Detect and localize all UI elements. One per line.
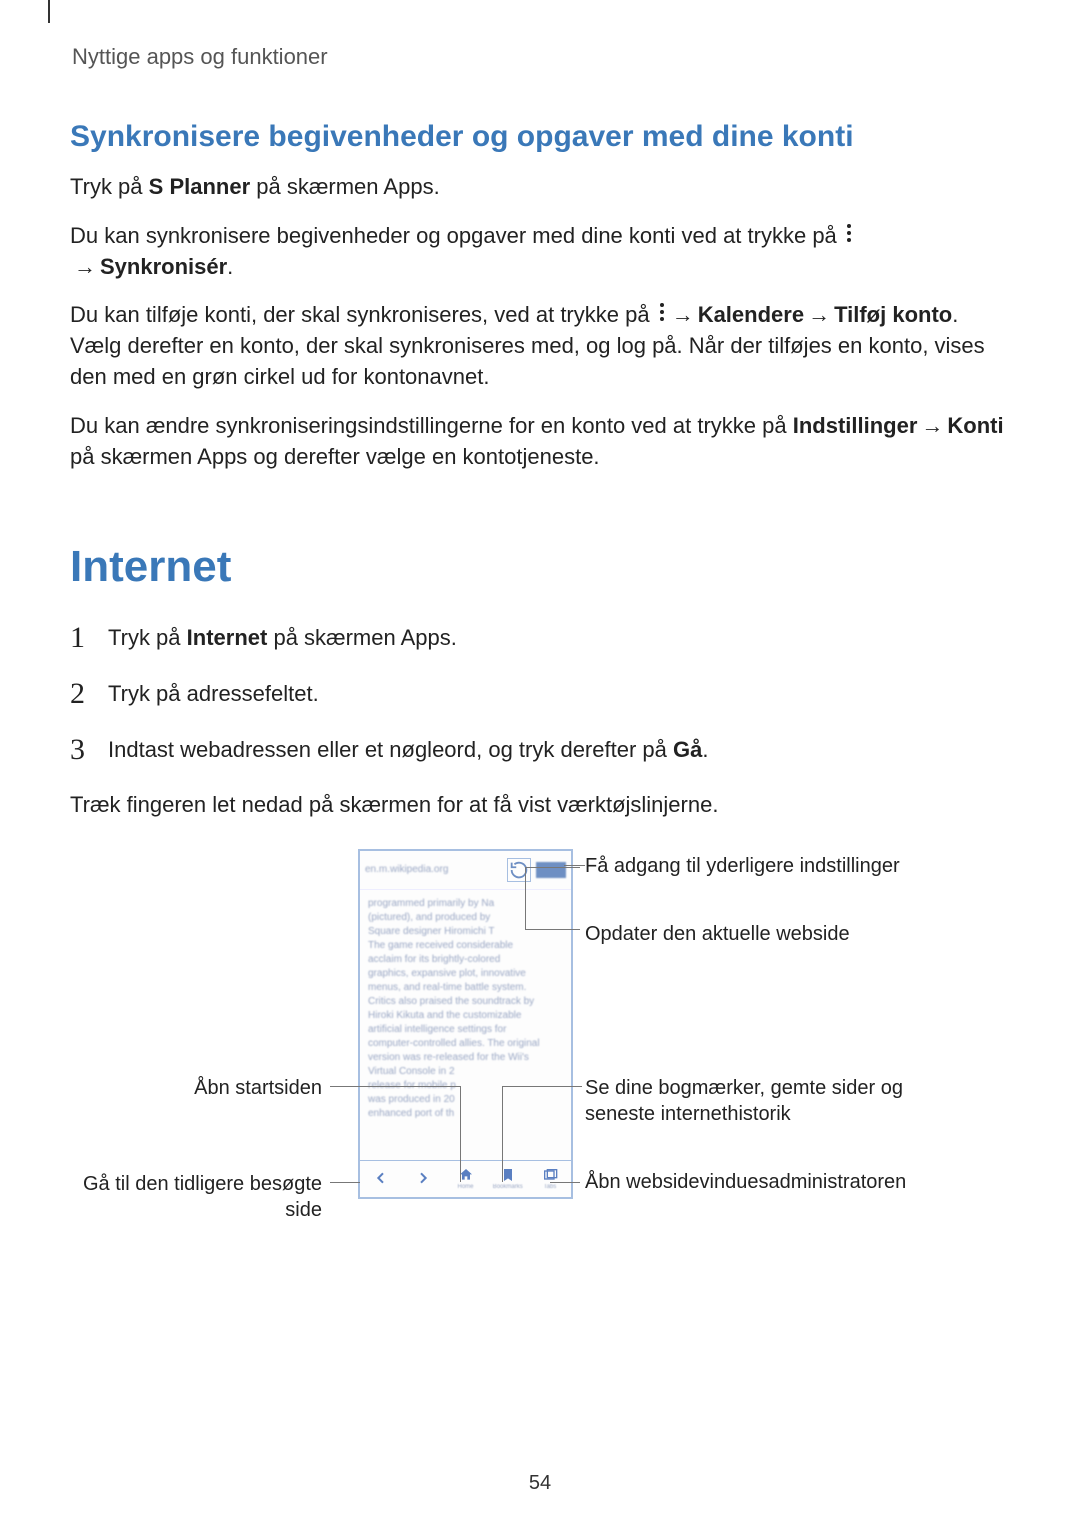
step-item: Indtast webadressen eller et nøgleord, o…: [70, 734, 1010, 766]
step-item: Tryk på adressefeltet.: [70, 678, 1010, 710]
refresh-icon: [508, 859, 530, 881]
text-line: Square designer Hiromichi T: [368, 926, 563, 936]
text: på skærmen Apps og derefter vælge en kon…: [70, 444, 600, 469]
more-options-icon: [657, 301, 667, 323]
leader-line: [550, 1182, 580, 1183]
text-line: Critics also praised the soundtrack by: [368, 996, 563, 1006]
bold-text: Konti: [947, 413, 1003, 438]
text-line: artificial intelligence settings for: [368, 1024, 563, 1034]
text: Du kan synkronisere begivenheder og opga…: [70, 223, 843, 248]
address-bar[interactable]: en.m.wikipedia.org: [360, 851, 571, 890]
text: Tryk på adressefeltet.: [108, 681, 319, 706]
callout-back: Gå til den tidligere besøgte side: [70, 1171, 322, 1223]
text-line: Virtual Console in 2: [368, 1066, 563, 1076]
leader-line: [460, 1086, 461, 1182]
bold-text: Kalendere: [698, 302, 804, 327]
crop-tab-mark: [48, 0, 50, 23]
paragraph: Tryk på S Planner på skærmen Apps.: [70, 172, 1010, 203]
page-number: 54: [0, 1472, 1080, 1495]
text: .: [227, 254, 233, 279]
text-line: version was re-released for the Wii's: [368, 1052, 563, 1062]
callout-refresh: Opdater den aktuelle webside: [585, 921, 850, 947]
back-button[interactable]: [360, 1161, 402, 1197]
text-line: was produced in 20: [368, 1094, 563, 1104]
bold-text: S Planner: [149, 174, 250, 199]
text-line: programmed primarily by Na: [368, 898, 563, 908]
toolbar-label: Home: [458, 1184, 474, 1190]
leader-line: [502, 1086, 582, 1087]
phone-mock: en.m.wikipedia.org programmed primarily …: [358, 849, 573, 1199]
text-line: menus, and real-time battle system.: [368, 982, 563, 992]
numbered-steps: Tryk på Internet på skærmen Apps. Tryk p…: [70, 622, 1010, 766]
arrow-icon: →: [668, 302, 698, 327]
text: på skærmen Apps.: [267, 625, 457, 650]
step-item: Tryk på Internet på skærmen Apps.: [70, 622, 1010, 654]
home-button[interactable]: Home: [444, 1161, 486, 1197]
paragraph: Træk fingeren let nedad på skærmen for a…: [70, 790, 1010, 821]
paragraph: Du kan synkronisere begivenheder og opga…: [70, 221, 1010, 283]
document-page: Nyttige apps og funktioner Synkronisere …: [0, 0, 1080, 1527]
text-line: computer-controlled allies. The original: [368, 1038, 563, 1048]
text: Du kan ændre synkroniseringsindstillinge…: [70, 413, 793, 438]
bold-text: Indstillinger: [793, 413, 918, 438]
text: Du kan tilføje konti, der skal synkronis…: [70, 302, 656, 327]
section-heading-sync: Synkronisere begivenheder og opgaver med…: [70, 120, 1010, 154]
leader-line: [525, 867, 580, 868]
more-options-icon: [844, 222, 854, 244]
forward-button[interactable]: [402, 1161, 444, 1197]
browser-diagram: en.m.wikipedia.org programmed primarily …: [70, 849, 1010, 1219]
url-text: en.m.wikipedia.org: [365, 864, 502, 875]
arrow-icon: →: [70, 254, 100, 279]
text: Tryk på: [70, 174, 149, 199]
paragraph: Du kan ændre synkroniseringsindstillinge…: [70, 411, 1010, 473]
callout-more-settings: Få adgang til yderligere indstillinger: [585, 853, 900, 879]
leader-line: [525, 929, 580, 930]
bold-text: Gå: [673, 737, 702, 762]
bold-text: Synkronisér: [100, 254, 227, 279]
page-content: programmed primarily by Na (pictured), a…: [360, 890, 571, 1118]
paragraph: Du kan tilføje konti, der skal synkronis…: [70, 300, 1010, 392]
text: Tryk på: [108, 625, 187, 650]
text: på skærmen Apps.: [250, 174, 440, 199]
browser-toolbar: Home Bookmarks Tabs: [360, 1160, 571, 1197]
bold-text: Internet: [187, 625, 268, 650]
text: .: [702, 737, 708, 762]
refresh-button[interactable]: [507, 858, 531, 882]
toolbar-label: Tabs: [544, 1184, 557, 1190]
bold-text: Tilføj konto: [834, 302, 952, 327]
arrow-icon: →: [917, 413, 947, 438]
tabs-button[interactable]: Tabs: [529, 1161, 571, 1197]
text-line: (pictured), and produced by: [368, 912, 563, 922]
toolbar-label: Bookmarks: [493, 1184, 523, 1190]
callout-bookmarks: Se dine bogmærker, gemte sider og senest…: [585, 1075, 915, 1127]
callout-tabs: Åbn websidevinduesadministratoren: [585, 1169, 925, 1195]
chevron-right-icon: [415, 1170, 431, 1186]
leader-line: [502, 1086, 503, 1182]
text-line: The game received considerable: [368, 940, 563, 950]
section-heading-internet: Internet: [70, 542, 1010, 592]
chevron-left-icon: [373, 1170, 389, 1186]
leader-line: [525, 867, 526, 929]
text-line: graphics, expansive plot, innovative: [368, 968, 563, 978]
text-line: release for mobile p: [368, 1080, 563, 1090]
leader-line: [330, 1086, 460, 1087]
text-line: enhanced port of th: [368, 1108, 563, 1118]
callout-home: Åbn startsiden: [194, 1075, 322, 1101]
leader-line: [564, 865, 585, 866]
text-line: Hiroki Kikuta and the customizable: [368, 1010, 563, 1020]
arrow-icon: →: [804, 302, 834, 327]
text: Indtast webadressen eller et nøgleord, o…: [108, 737, 673, 762]
running-header: Nyttige apps og funktioner: [72, 44, 1010, 70]
bookmarks-button[interactable]: Bookmarks: [487, 1161, 529, 1197]
text-line: acclaim for its brightly-colored: [368, 954, 563, 964]
leader-line: [330, 1182, 360, 1183]
more-menu-button[interactable]: [536, 862, 566, 878]
